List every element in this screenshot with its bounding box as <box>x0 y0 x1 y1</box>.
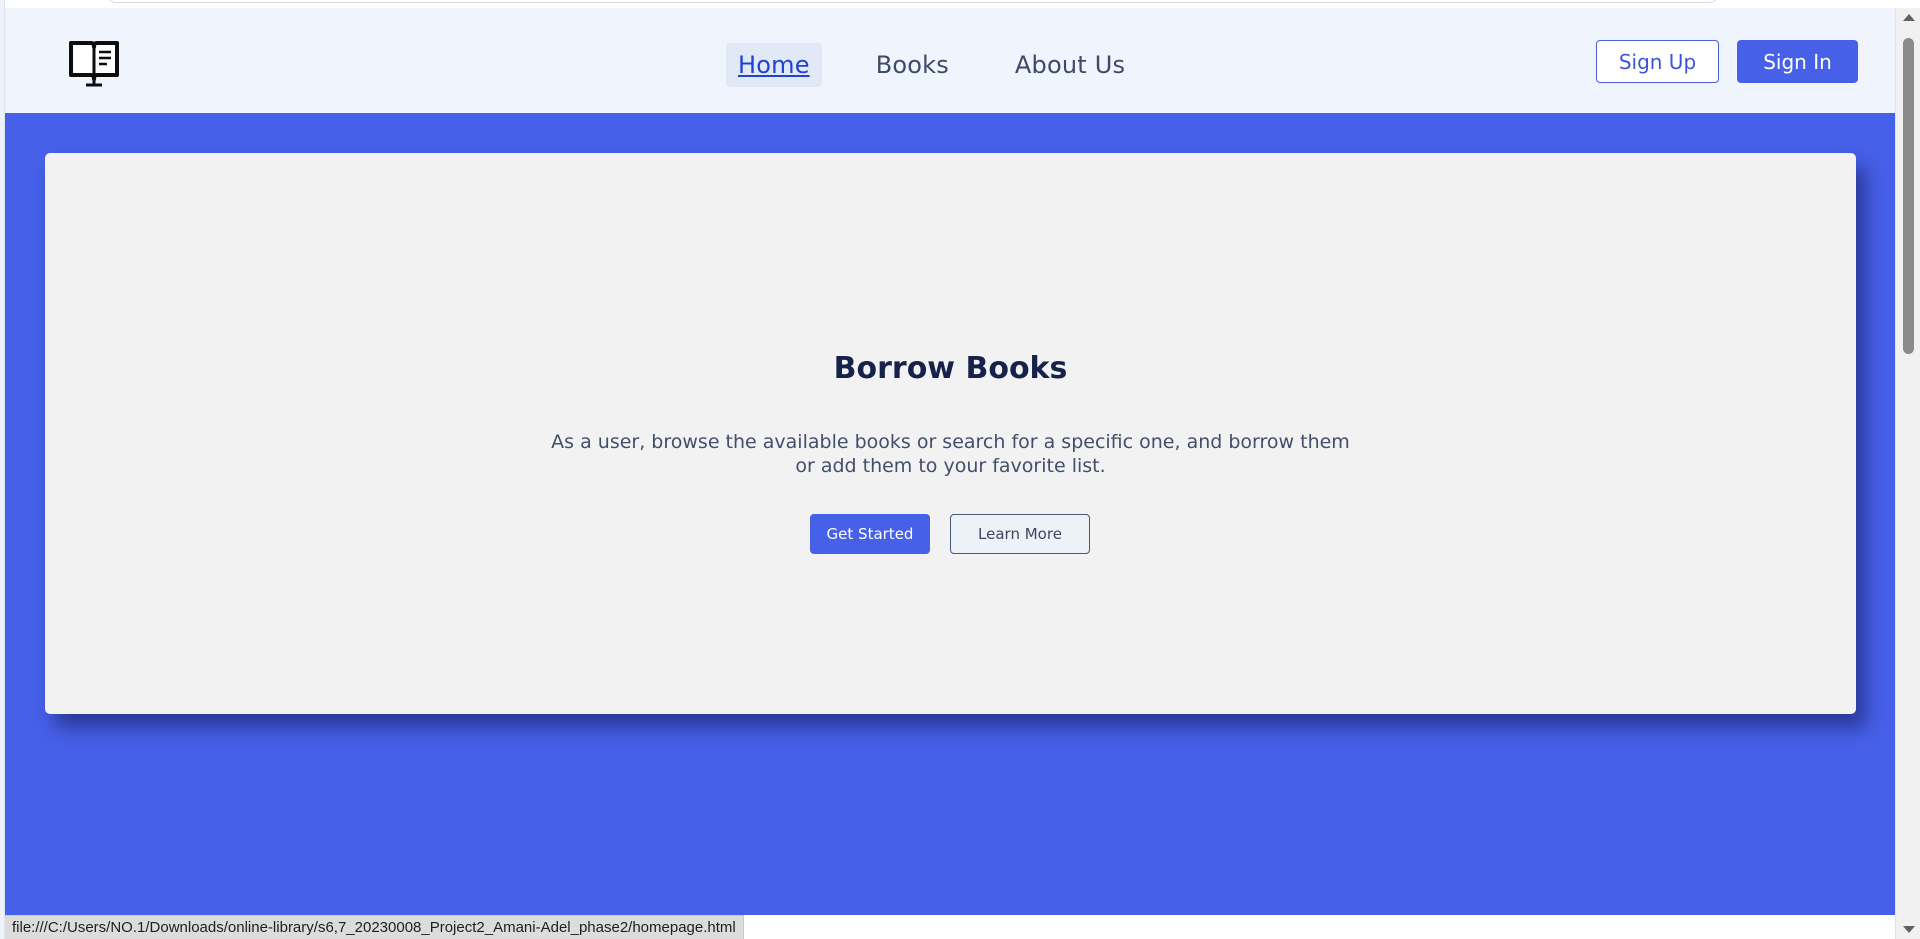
site-header: Home Books About Us Sign Up Sign In <box>5 8 1895 113</box>
status-bar-url: file:///C:/Users/NO.1/Downloads/online-l… <box>5 915 744 939</box>
nav-home-link[interactable]: Home <box>726 43 822 87</box>
hero-description: As a user, browse the available books or… <box>551 431 1350 477</box>
scroll-up-arrow-icon[interactable] <box>1903 14 1915 21</box>
get-started-button[interactable]: Get Started <box>810 514 930 554</box>
hero-title: Borrow Books <box>833 351 1068 386</box>
scroll-down-arrow-icon[interactable] <box>1903 926 1915 933</box>
learn-more-button[interactable]: Learn More <box>950 514 1090 554</box>
main-nav: Home Books About Us <box>726 39 1137 91</box>
hero-actions: Get Started Learn More <box>810 514 1090 554</box>
vertical-scrollbar[interactable] <box>1895 8 1920 939</box>
sign-in-button[interactable]: Sign In <box>1737 40 1858 83</box>
hero-card: Borrow Books As a user, browse the avail… <box>45 153 1856 714</box>
scrollbar-thumb[interactable] <box>1903 38 1914 354</box>
nav-books-link[interactable]: Books <box>864 43 961 87</box>
browser-chrome-remnant <box>108 0 1718 3</box>
nav-about-link[interactable]: About Us <box>1003 43 1137 87</box>
sign-up-button[interactable]: Sign Up <box>1596 40 1719 83</box>
hero-section: Borrow Books As a user, browse the avail… <box>5 113 1895 915</box>
browser-viewport: Home Books About Us Sign Up Sign In Borr… <box>0 0 1920 939</box>
open-book-icon[interactable] <box>67 35 121 87</box>
